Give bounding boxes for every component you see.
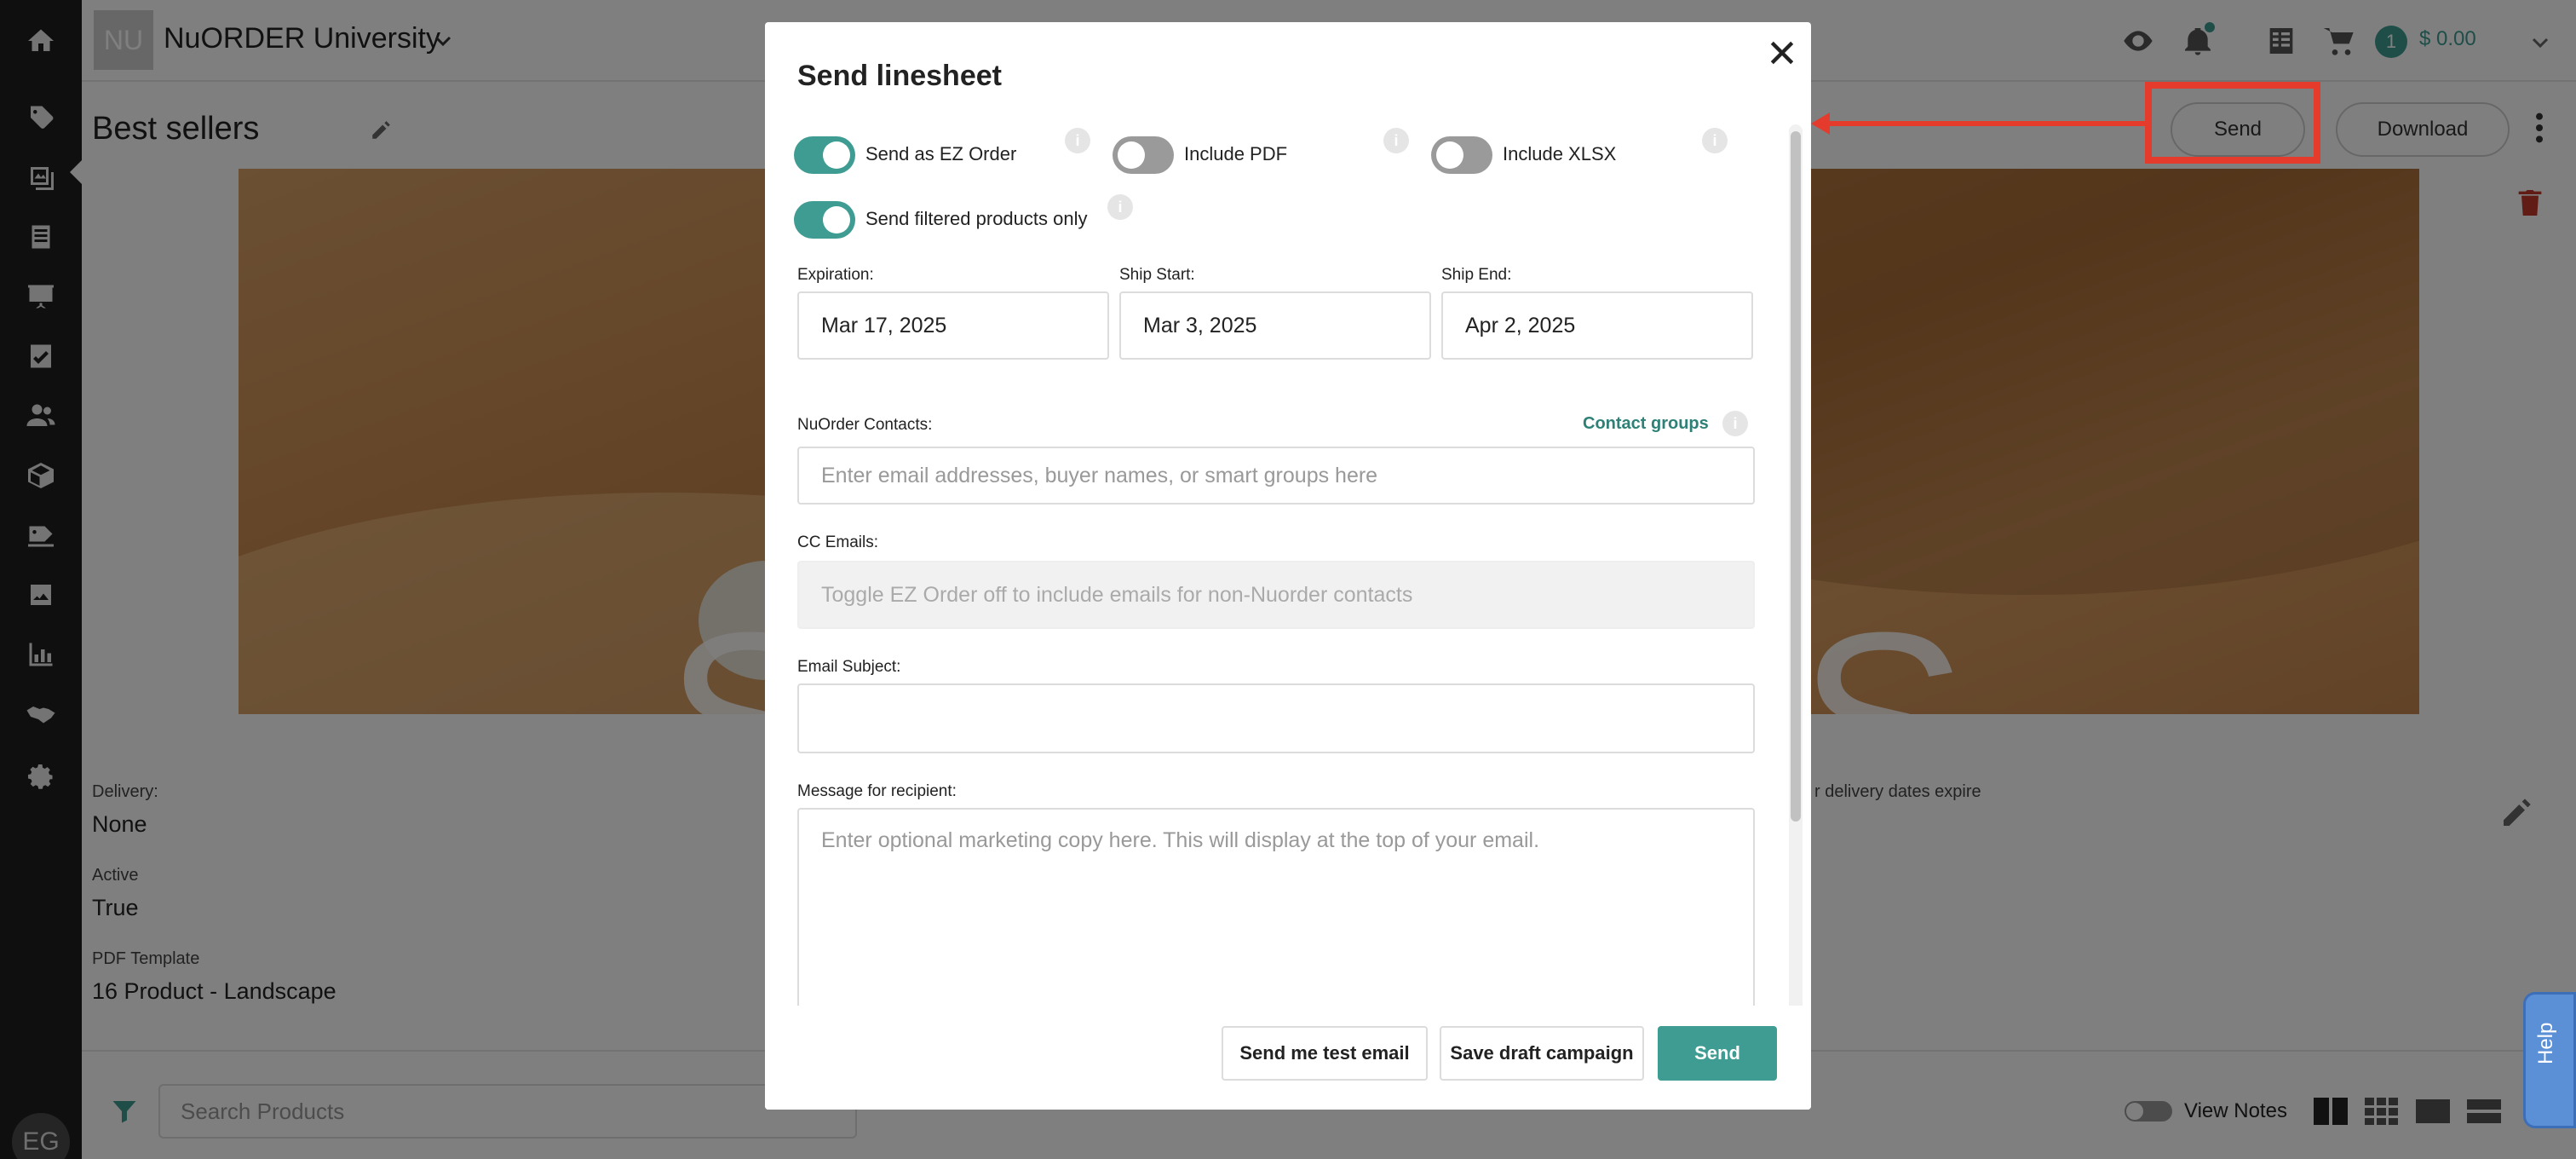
filtered-products-label: Send filtered products only [865, 208, 1088, 229]
ship-start-input[interactable]: Mar 3, 2025 [1119, 291, 1431, 360]
ez-order-info-icon[interactable]: i [1065, 128, 1090, 153]
message-textarea[interactable]: Enter optional marketing copy here. This… [797, 808, 1755, 1029]
annotation-arrow-head [1811, 112, 1830, 135]
include-pdf-info-icon[interactable]: i [1383, 128, 1409, 153]
ship-end-input[interactable]: Apr 2, 2025 [1441, 291, 1753, 360]
ez-order-toggle[interactable] [794, 136, 855, 174]
save-draft-campaign-button[interactable]: Save draft campaign [1440, 1026, 1644, 1081]
modal-scrollbar-thumb[interactable] [1791, 131, 1801, 822]
include-pdf-label: Include PDF [1184, 143, 1288, 164]
cc-emails-input[interactable]: Toggle EZ Order off to include emails fo… [797, 561, 1755, 629]
expiration-input[interactable]: Mar 17, 2025 [797, 291, 1109, 360]
message-label: Message for recipient: [797, 782, 957, 800]
ship-start-label: Ship Start: [1119, 266, 1195, 284]
ez-order-label: Send as EZ Order [865, 143, 1017, 164]
include-xlsx-toggle[interactable] [1431, 136, 1492, 174]
contact-groups-info-icon[interactable]: i [1722, 411, 1748, 436]
email-subject-input[interactable] [797, 683, 1755, 753]
close-icon[interactable] [1765, 36, 1799, 70]
contacts-input[interactable]: Enter email addresses, buyer names, or s… [797, 447, 1755, 505]
include-xlsx-info-icon[interactable]: i [1702, 128, 1728, 153]
modal-title: Send linesheet [797, 60, 1002, 92]
filtered-products-info-icon[interactable]: i [1107, 194, 1133, 220]
include-pdf-toggle[interactable] [1113, 136, 1174, 174]
filtered-products-toggle[interactable] [794, 201, 855, 239]
annotation-arrow-line [1826, 121, 2147, 126]
send-test-email-button[interactable]: Send me test email [1222, 1026, 1428, 1081]
send-linesheet-modal: Send linesheet Send as EZ Order i Includ… [765, 22, 1811, 1110]
help-tab[interactable]: Help [2523, 992, 2576, 1128]
modal-send-button[interactable]: Send [1658, 1026, 1777, 1081]
email-subject-label: Email Subject: [797, 658, 901, 676]
annotation-highlight-box [2145, 82, 2320, 164]
cc-emails-label: CC Emails: [797, 533, 879, 551]
ship-end-label: Ship End: [1441, 266, 1512, 284]
contact-groups-link[interactable]: Contact groups [1583, 414, 1709, 434]
help-label: Help [2534, 1022, 2557, 1064]
expiration-label: Expiration: [797, 266, 874, 284]
contacts-label: NuOrder Contacts: [797, 416, 933, 434]
include-xlsx-label: Include XLSX [1503, 143, 1617, 164]
